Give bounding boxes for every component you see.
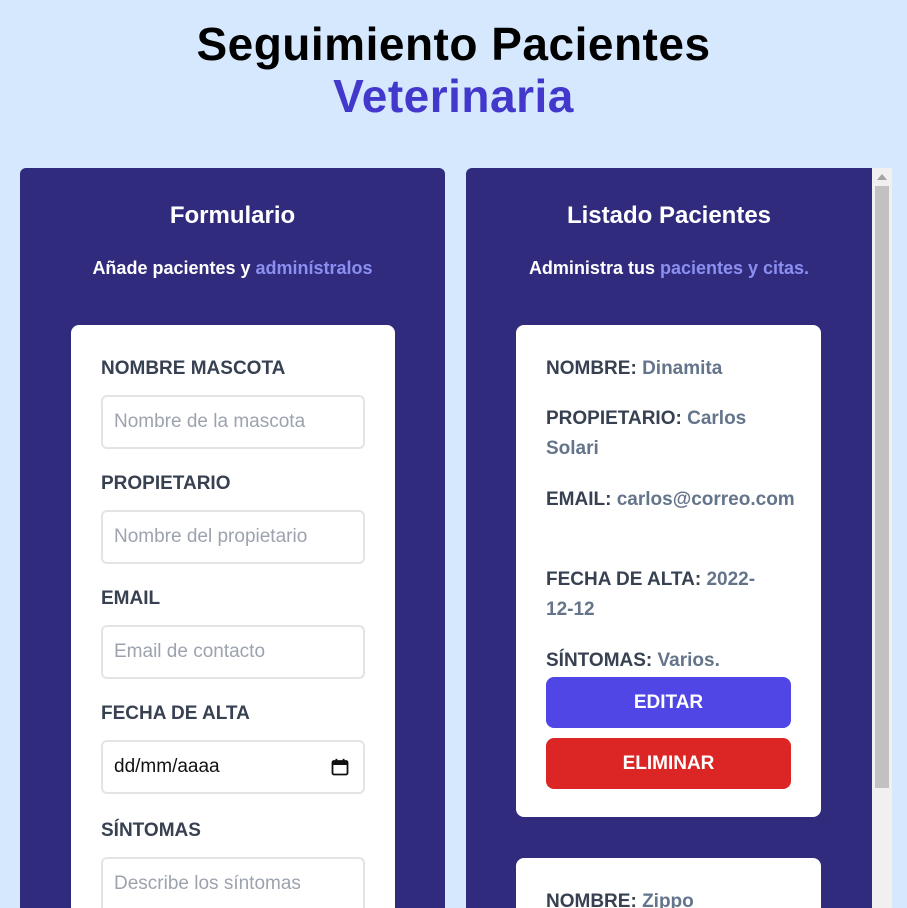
pet-name-placeholder: Nombre de la mascota bbox=[114, 411, 306, 432]
list-subtitle-text: Administra tus bbox=[528, 258, 660, 278]
page-title: Seguimiento Pacientes bbox=[196, 18, 711, 70]
patient-name-label: NOMBRE: bbox=[546, 358, 637, 379]
list-panel-subtitle: Administra tus pacientes y citas. bbox=[466, 258, 872, 279]
patient-card: NOMBRE: Zippo bbox=[516, 858, 821, 908]
owner-label: PROPIETARIO bbox=[101, 473, 231, 494]
patient-email-label: EMAIL: bbox=[546, 489, 612, 510]
email-input[interactable]: Email de contacto bbox=[101, 625, 365, 679]
patient-owner-row: PROPIETARIO: Carlos Solari bbox=[546, 404, 796, 464]
list-subtitle-accent: pacientes y citas. bbox=[659, 258, 810, 278]
form-panel-title: Formulario bbox=[169, 202, 296, 229]
form-subtitle-accent: adminístralos bbox=[255, 258, 373, 278]
patient-symptoms-label: SÍNTOMAS: bbox=[546, 650, 653, 671]
patient-symptoms-row: SÍNTOMAS: Varios. bbox=[546, 646, 796, 676]
discharge-date-value: dd/mm/aaaa bbox=[114, 756, 220, 777]
patient-list-panel: Listado Pacientes Administra tus pacient… bbox=[466, 168, 872, 908]
patient-email-row: EMAIL: carlos@correo.com bbox=[546, 485, 796, 515]
symptoms-textarea[interactable]: Describe los síntomas bbox=[101, 857, 365, 908]
delete-button[interactable]: ELIMINAR bbox=[546, 738, 791, 789]
owner-input[interactable]: Nombre del propietario bbox=[101, 510, 365, 564]
patient-date-row: FECHA DE ALTA: 2022-12-12 bbox=[546, 565, 774, 625]
patient-symptoms-value: Varios. bbox=[657, 650, 720, 671]
page-title-accent: Veterinaria bbox=[333, 70, 574, 122]
calendar-icon[interactable] bbox=[331, 758, 349, 776]
scroll-thumb[interactable] bbox=[875, 186, 889, 788]
email-label: EMAIL bbox=[101, 588, 161, 609]
patient-card: NOMBRE: Dinamita PROPIETARIO: Carlos Sol… bbox=[516, 325, 821, 817]
patient-name-value: Dinamita bbox=[642, 358, 723, 379]
patient-form: NOMBRE MASCOTA Nombre de la mascota PROP… bbox=[71, 325, 395, 908]
owner-placeholder: Nombre del propietario bbox=[114, 526, 308, 547]
edit-button[interactable]: EDITAR bbox=[546, 677, 791, 728]
patient-name-label: NOMBRE: bbox=[546, 891, 637, 908]
patient-owner-label: PROPIETARIO: bbox=[546, 408, 682, 429]
patient-name-row: NOMBRE: Dinamita bbox=[546, 354, 796, 384]
patient-name-value: Zippo bbox=[642, 891, 694, 908]
discharge-date-input[interactable]: dd/mm/aaaa bbox=[101, 740, 365, 794]
list-panel-title: Listado Pacientes bbox=[566, 202, 772, 229]
patient-email-value: carlos@correo.com bbox=[616, 489, 795, 510]
form-subtitle-text: Añade pacientes y bbox=[92, 258, 256, 278]
page-header: Seguimiento Pacientes Veterinaria bbox=[0, 18, 907, 122]
symptoms-placeholder: Describe los síntomas bbox=[114, 873, 301, 894]
form-panel: Formulario Añade pacientes y adminístral… bbox=[20, 168, 445, 908]
pet-name-input[interactable]: Nombre de la mascota bbox=[101, 395, 365, 449]
symptoms-label: SÍNTOMAS bbox=[101, 820, 201, 841]
scroll-up-arrow-icon[interactable] bbox=[877, 174, 887, 180]
pet-name-label: NOMBRE MASCOTA bbox=[101, 358, 286, 379]
list-scrollbar[interactable] bbox=[872, 168, 892, 908]
form-panel-subtitle: Añade pacientes y adminístralos bbox=[20, 258, 445, 279]
email-placeholder: Email de contacto bbox=[114, 641, 266, 662]
patient-date-label: FECHA DE ALTA: bbox=[546, 569, 702, 590]
patient-name-row: NOMBRE: Zippo bbox=[546, 887, 796, 908]
discharge-date-label: FECHA DE ALTA bbox=[101, 703, 250, 724]
